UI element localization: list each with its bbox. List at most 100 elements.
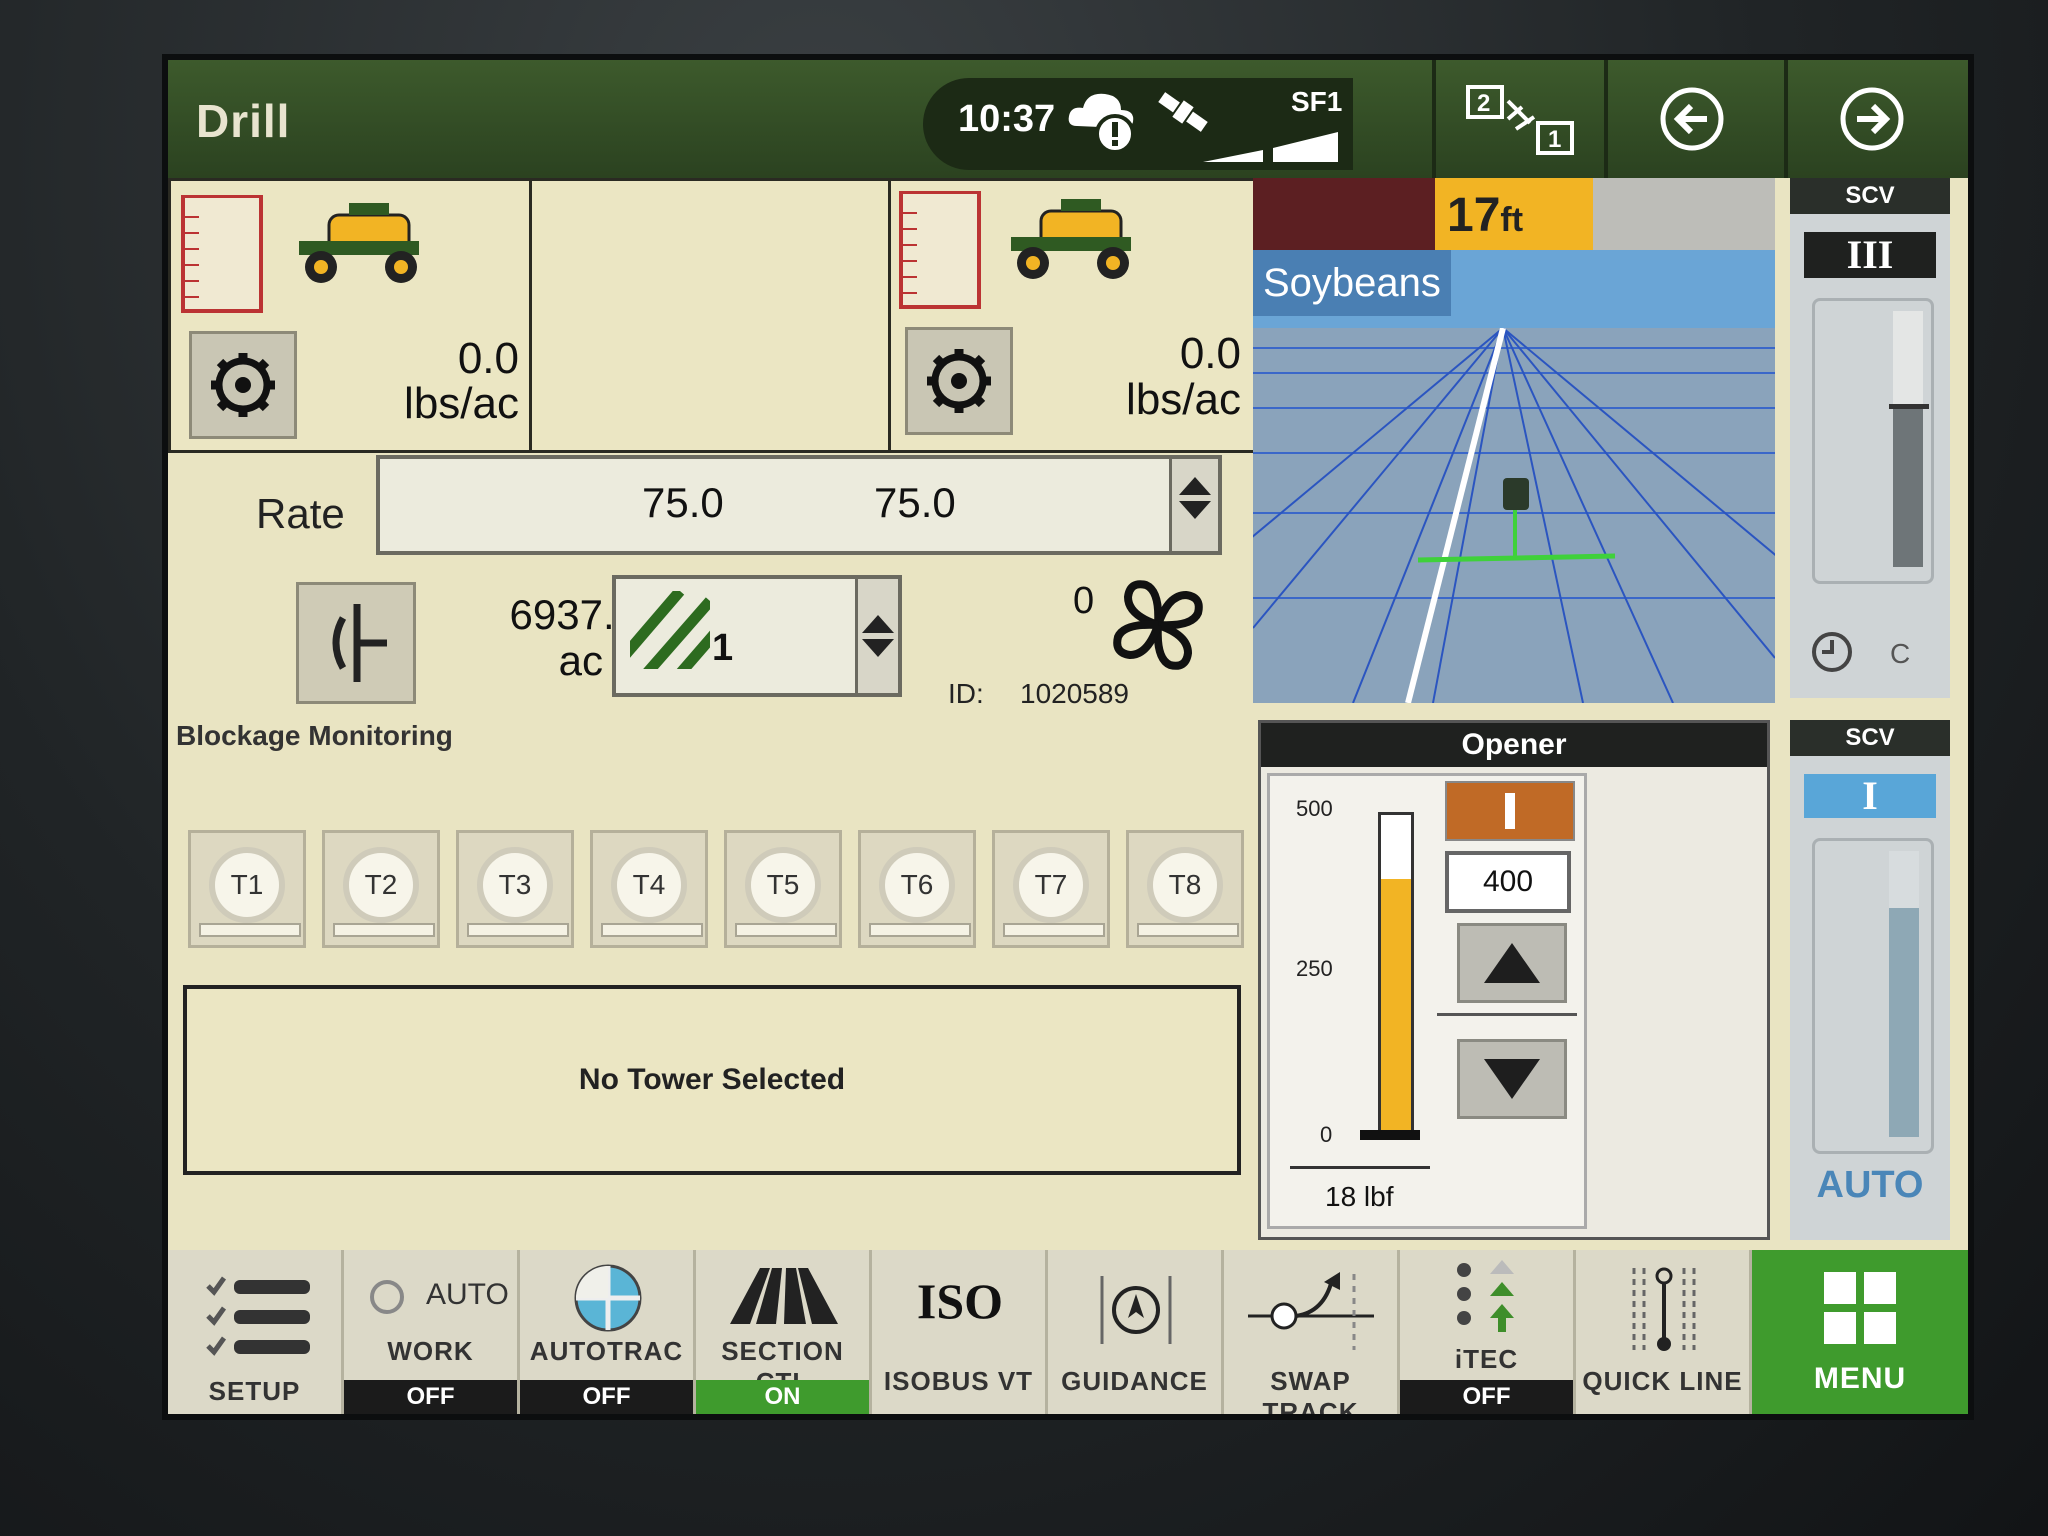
section-control-icon xyxy=(730,1268,838,1324)
signal-bars-icon xyxy=(1203,132,1338,162)
tower-button-t3[interactable]: T3 xyxy=(456,830,574,948)
back-arrow-icon xyxy=(1660,87,1724,151)
guidance-label: GUIDANCE xyxy=(1061,1366,1208,1396)
opener-reading: 18 lbf xyxy=(1325,1181,1394,1212)
tank-left-rate: 0.0 xyxy=(457,334,519,383)
checklist-icon xyxy=(206,1276,310,1356)
scv-label: SCV xyxy=(1790,178,1950,214)
air-cart-icon xyxy=(1011,199,1131,279)
area-value: 6937.6 xyxy=(509,591,638,638)
menu-label: MENU xyxy=(1813,1362,1907,1395)
quick-line-button[interactable]: QUICK LINE xyxy=(1576,1250,1752,1414)
swap-display-button[interactable]: 2 1 xyxy=(1432,60,1604,178)
cloud-alert-icon xyxy=(1068,93,1135,154)
top-bar: Drill 10:37 SF1 2 1 xyxy=(168,60,1968,178)
work-status: OFF xyxy=(344,1380,517,1414)
id-value: 1020589 xyxy=(1020,678,1130,709)
clock-icon xyxy=(1812,632,1852,672)
tower-button-t5[interactable]: T5 xyxy=(724,830,842,948)
section-bar: 17ft xyxy=(1253,178,1775,250)
work-button[interactable]: AUTO WORK OFF xyxy=(344,1250,520,1414)
air-cart-icon xyxy=(299,203,419,283)
itec-label: iTEC xyxy=(1454,1344,1519,1374)
arrow-down-icon xyxy=(1484,1059,1540,1099)
gauge-fill xyxy=(1381,879,1411,1133)
blockage-monitoring-button[interactable] xyxy=(296,582,416,704)
itec-button[interactable]: iTEC OFF xyxy=(1400,1250,1576,1414)
guidance-map[interactable]: 17ft Soybeans xyxy=(1253,178,1775,703)
rate-input[interactable]: 75.0 75.0 xyxy=(376,455,1222,555)
itec-sequence-icon xyxy=(1457,1260,1514,1332)
scv-panel-top[interactable]: SCV III C xyxy=(1790,178,1950,698)
crop-label: Soybeans xyxy=(1253,250,1451,316)
tower-button-t2[interactable]: T2 xyxy=(322,830,440,948)
forward-button[interactable] xyxy=(1784,60,1956,178)
rate-value-1: 75.0 xyxy=(642,479,724,526)
tower-button-t8[interactable]: T8 xyxy=(1126,830,1244,948)
guidance-icon xyxy=(1100,1276,1172,1344)
gear-icon xyxy=(927,349,991,413)
blockage-icon xyxy=(332,604,387,682)
clock: 10:37 xyxy=(958,98,1056,140)
opener-decrease-button[interactable] xyxy=(1457,1039,1567,1119)
tank-level-meter xyxy=(181,195,263,313)
opener-increase-button[interactable] xyxy=(1457,923,1567,1003)
svg-text:2: 2 xyxy=(1477,90,1490,117)
tank-settings-button[interactable] xyxy=(905,327,1013,435)
guidance-button[interactable]: GUIDANCE xyxy=(1048,1250,1224,1414)
id-label: ID: xyxy=(948,678,984,709)
swap-track-label: SWAP TRACK xyxy=(1262,1366,1359,1414)
tank-right-panel: 0.0 lbs/ac xyxy=(888,178,1256,453)
implement-width-unit: ft xyxy=(1500,201,1524,239)
scv-slider-fill xyxy=(1889,908,1919,1137)
tank-right-unit: lbs/ac xyxy=(1126,375,1241,424)
blockage-monitoring-label: Blockage Monitoring xyxy=(176,720,453,751)
back-button[interactable] xyxy=(1604,60,1776,178)
scv-mode-letter: C xyxy=(1890,638,1911,669)
opener-panel: Opener 500 250 0 18 lbf 400 xyxy=(1258,720,1770,1240)
autotrac-button[interactable]: AUTOTRAC OFF xyxy=(520,1250,696,1414)
swap-track-icon xyxy=(1248,1272,1374,1350)
scv-mode: AUTO xyxy=(1816,1164,1924,1206)
no-tower-message: No Tower Selected xyxy=(578,1063,846,1096)
rate-label: Rate xyxy=(256,490,345,537)
tower-button-t6[interactable]: T6 xyxy=(858,830,976,948)
tower-button-t1[interactable]: T1 xyxy=(188,830,306,948)
tank-left-unit: lbs/ac xyxy=(404,379,519,428)
opener-setpoint[interactable]: 400 xyxy=(1445,851,1571,913)
autotrac-status: OFF xyxy=(520,1380,693,1414)
work-mode: AUTO xyxy=(426,1278,509,1311)
bottom-toolbar: SETUP AUTO WORK OFF AUTOTRAC OFF SECTION… xyxy=(168,1250,1968,1414)
setup-button[interactable]: SETUP xyxy=(168,1250,344,1414)
section-control-button[interactable]: SECTION CTL ON xyxy=(696,1250,872,1414)
tank-right-rate: 0.0 xyxy=(1179,329,1241,378)
scv-slider[interactable] xyxy=(1812,298,1934,584)
field-selector[interactable]: 1 xyxy=(612,575,902,697)
tank-settings-button[interactable] xyxy=(189,331,297,439)
radio-icon xyxy=(370,1280,404,1314)
svg-text:1: 1 xyxy=(1548,126,1561,153)
scv-panel-bottom[interactable]: SCV I AUTO xyxy=(1790,720,1950,1240)
implement-width: 17 xyxy=(1447,189,1501,242)
area-unit: ac xyxy=(558,637,603,684)
swap-track-button[interactable]: SWAP TRACK xyxy=(1224,1250,1400,1414)
quick-line-label: QUICK LINE xyxy=(1582,1366,1743,1396)
tower-button-t4[interactable]: T4 xyxy=(590,830,708,948)
fan-icon xyxy=(1113,580,1203,670)
swap-display-icon: 2 1 xyxy=(1466,85,1574,155)
iso-logo-icon: ISO xyxy=(916,1273,1004,1329)
tank-left-panel: 0.0 lbs/ac xyxy=(168,178,532,453)
field-stepper[interactable] xyxy=(858,615,898,657)
isobus-vt-label: ISOBUS VT xyxy=(883,1366,1034,1396)
gps-source-label: SF1 xyxy=(1291,86,1343,117)
scv-number: I xyxy=(1804,774,1936,818)
autotrac-label: AUTOTRAC xyxy=(529,1336,684,1366)
field-perspective-view xyxy=(1253,328,1775,703)
scv-slider[interactable] xyxy=(1812,838,1934,1154)
menu-button[interactable]: MENU xyxy=(1752,1250,1968,1414)
isobus-vt-button[interactable]: ISO ISOBUS VT xyxy=(872,1250,1048,1414)
screen: Drill 10:37 SF1 2 1 0.0 lbs/ac 0.0 lbs/a… xyxy=(168,60,1968,1414)
rate-stepper[interactable] xyxy=(1175,477,1215,519)
autotrac-icon xyxy=(574,1264,642,1332)
tower-button-t7[interactable]: T7 xyxy=(992,830,1110,948)
